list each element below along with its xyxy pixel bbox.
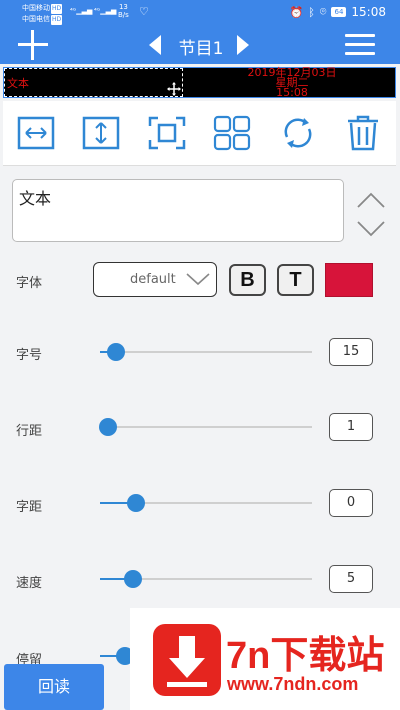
grid-icon[interactable] — [212, 113, 252, 153]
program-title: 节目1 — [178, 39, 224, 59]
battery-indicator: 64 — [331, 7, 347, 17]
slider-label: 字号 — [16, 348, 43, 363]
font-size-slider[interactable] — [100, 343, 312, 361]
hd-badge: HD — [51, 15, 63, 25]
font-select-value: default — [130, 272, 176, 287]
slider-fill — [100, 502, 128, 504]
chevron-down-icon — [186, 273, 210, 286]
selected-text-area[interactable]: 文本 — [4, 68, 183, 97]
text-content-input[interactable]: 文本 — [12, 179, 344, 242]
preview-clock: 2019年12月03日 星期二 15:08 — [187, 67, 397, 99]
move-down-icon[interactable] — [356, 218, 386, 238]
net-speed-value: 13 — [118, 3, 128, 11]
heart-icon: ♡ — [139, 5, 149, 18]
download-logo-icon — [153, 624, 221, 696]
next-program-icon[interactable] — [237, 35, 249, 55]
letter-spacing-value[interactable]: 0 — [329, 489, 373, 517]
add-icon[interactable] — [18, 30, 48, 60]
preview-text: 文本 — [7, 77, 29, 90]
stretch-vertical-icon[interactable] — [81, 113, 121, 153]
status-right: ⏰ ᛒ ⌾ 64 15:08 — [290, 5, 386, 19]
slider-label: 字距 — [16, 500, 43, 515]
text-style-button[interactable]: T — [277, 264, 314, 296]
status-bar: 中国移动 HD 中国电信 HD ⁴ᴳ▁▃▅ ⁴ᴳ▁▃▅ 13 B/s ♡ ⏰ ᛒ ⌾… — [0, 0, 400, 26]
preview-time: 15:08 — [276, 86, 308, 99]
menu-icon[interactable] — [345, 34, 375, 56]
signal-icon: ⁴ᴳ▁▃▅ — [94, 7, 117, 15]
read-back-button[interactable]: 回读 — [4, 664, 104, 710]
net-speed-unit: B/s — [118, 11, 129, 19]
font-select[interactable]: default — [93, 262, 217, 297]
carrier-2: 中国电信 — [22, 15, 50, 23]
watermark-site: www.7ndn.com — [227, 674, 359, 694]
line-spacing-slider[interactable] — [99, 418, 312, 436]
location-icon: ⌾ — [319, 5, 327, 18]
speed-value[interactable]: 5 — [329, 565, 373, 593]
bold-button[interactable]: B — [229, 264, 266, 296]
top-toolbar: 节目1 — [0, 26, 400, 64]
alarm-icon: ⏰ — [289, 5, 304, 19]
slider-fill — [100, 578, 125, 580]
prev-program-icon[interactable] — [149, 35, 161, 55]
slider-knob[interactable] — [107, 343, 125, 361]
watermark: 7n下载站 www.7ndn.com — [130, 608, 400, 710]
stretch-horizontal-icon[interactable] — [16, 113, 56, 153]
rotate-icon[interactable] — [278, 113, 318, 153]
carrier-info: 中国移动 HD 中国电信 HD — [22, 3, 63, 25]
slider-knob[interactable] — [127, 494, 145, 512]
move-icon[interactable] — [167, 82, 181, 96]
font-label: 字体 — [16, 276, 43, 291]
net-speed: 13 B/s — [118, 3, 129, 19]
line-spacing-value[interactable]: 1 — [329, 413, 373, 441]
bluetooth-icon: ᛒ — [308, 5, 315, 19]
slider-label: 速度 — [16, 576, 43, 591]
fullscreen-icon[interactable] — [147, 113, 187, 153]
font-size-value[interactable]: 15 — [329, 338, 373, 366]
slider-fill — [100, 655, 117, 657]
led-preview[interactable]: 文本 2019年12月03日 星期二 15:08 — [3, 67, 396, 98]
signal-icon: ⁴ᴳ▁▃▅ — [70, 7, 93, 15]
slider-knob[interactable] — [124, 570, 142, 588]
watermark-brand: 7n下载站 — [226, 635, 385, 677]
status-time: 15:08 — [351, 5, 386, 19]
tool-row — [3, 101, 396, 166]
font-color-swatch[interactable] — [325, 263, 373, 297]
hd-badge: HD — [51, 4, 63, 14]
speed-slider[interactable] — [100, 570, 312, 588]
slider-knob[interactable] — [99, 418, 117, 436]
move-up-icon[interactable] — [356, 190, 386, 210]
carrier-1: 中国移动 — [22, 4, 50, 12]
delete-icon[interactable] — [343, 113, 383, 153]
slider-label: 行距 — [16, 424, 43, 439]
letter-spacing-slider[interactable] — [100, 494, 312, 512]
